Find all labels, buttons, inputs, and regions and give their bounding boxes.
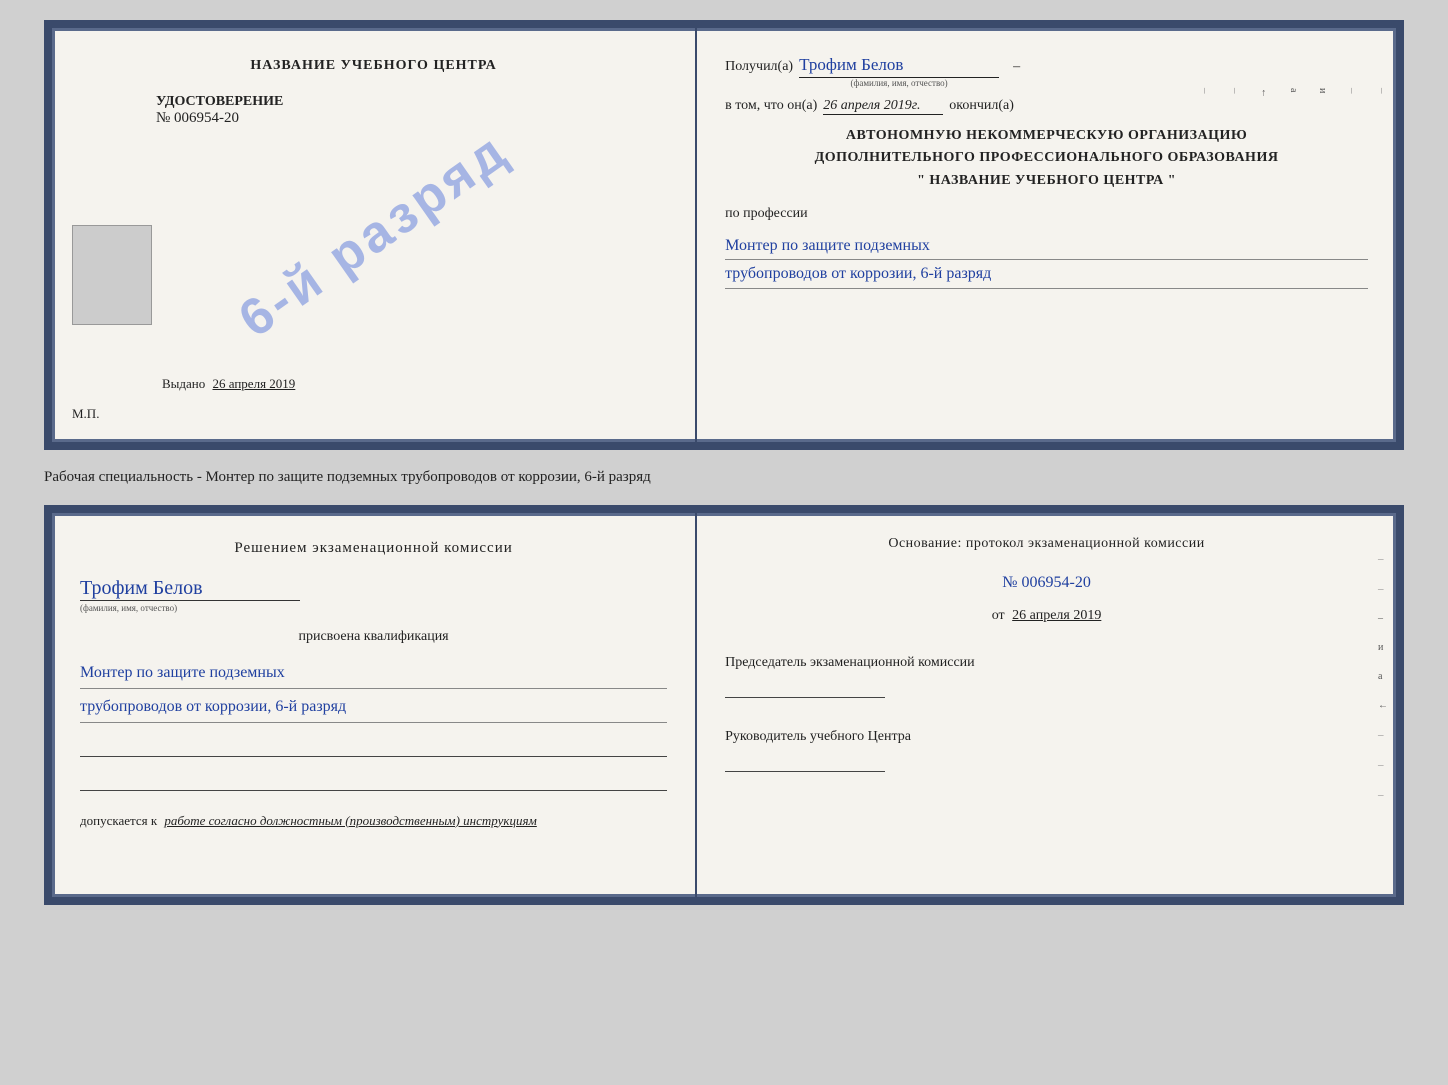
bot-допускается: допускается к работе согласно должностны…	[80, 811, 667, 831]
org-line3: " НАЗВАНИЕ УЧЕБНОГО ЦЕНТРА "	[725, 170, 1368, 192]
basis-number: № 006954-20	[725, 574, 1368, 592]
dash-1: –	[1013, 59, 1020, 75]
bot-profession-block: Монтер по защите подземных трубопроводов…	[80, 655, 667, 723]
bot-profession-line2: трубопроводов от коррозии, 6-й разряд	[80, 693, 667, 723]
cert-number-box: УДОСТОВЕРЕНИЕ № 006954-20	[156, 94, 283, 127]
bot-profession-line1: Монтер по защите подземных	[80, 659, 667, 689]
bottom-certificate: Решением экзаменационной комиссии Трофим…	[44, 505, 1404, 905]
bot-допускается-val: работе согласно должностным (производств…	[164, 813, 536, 828]
date-line-top: в том, что он(а) 26 апреля 2019г. окончи…	[725, 98, 1368, 115]
recipient-label: Получил(а)	[725, 59, 793, 75]
fio-hint-top: (фамилия, имя, отчество)	[851, 78, 948, 88]
basis-date-value: 26 апреля 2019	[1012, 608, 1101, 623]
bot-name-block: Трофим Белов (фамилия, имя, отчество)	[80, 577, 667, 613]
bot-name-cursive: Трофим Белов	[80, 577, 300, 601]
middle-specialty-text: Рабочая специальность - Монтер по защите…	[44, 462, 1404, 493]
bot-assigned-label: присвоена квалификация	[80, 629, 667, 645]
bot-допускается-label: допускается к	[80, 813, 157, 828]
head-label: Руководитель учебного Центра	[725, 726, 1368, 748]
org-line1: АВТОНОМНУЮ НЕКОММЕРЧЕСКУЮ ОРГАНИЗАЦИЮ	[725, 125, 1368, 147]
profession-label-top: по профессии	[725, 206, 1368, 222]
school-title-top: НАЗВАНИЕ УЧЕБНОГО ЦЕНТРА	[250, 58, 496, 74]
recipient-name-top: Трофим Белов	[799, 54, 999, 78]
profession-line2-top: трубопроводов от коррозии, 6-й разряд	[725, 260, 1368, 288]
date-prefix-top: в том, что он(а)	[725, 98, 817, 114]
basis-title: Основание: протокол экзаменационной коми…	[725, 533, 1368, 554]
specialty-label: Рабочая специальность - Монтер по защите…	[44, 469, 651, 485]
issued-date: 26 апреля 2019	[213, 376, 296, 391]
top-certificate: НАЗВАНИЕ УЧЕБНОГО ЦЕНТРА 6-й разряд УДОС…	[44, 20, 1404, 450]
cert-number-top: № 006954-20	[156, 110, 239, 127]
right-edge-marks: – – и а ← – –	[1199, 88, 1388, 98]
decision-title: Решением экзаменационной комиссии	[80, 537, 667, 560]
bot-blank-line-2	[80, 773, 667, 791]
bot-fio-hint: (фамилия, имя, отчество)	[80, 603, 177, 613]
bot-right-panel: Основание: протокол экзаменационной коми…	[697, 513, 1396, 897]
recipient-line: Получил(а) Трофим Белов (фамилия, имя, о…	[725, 54, 1368, 88]
diagonal-stamp: 6-й разряд	[228, 120, 520, 349]
chairman-signature-line	[725, 680, 885, 698]
bot-right-edge-marks: – – – и а ← – – –	[1378, 553, 1388, 801]
bot-left-panel: Решением экзаменационной комиссии Трофим…	[52, 513, 697, 897]
date-value-top: 26 апреля 2019г.	[823, 98, 943, 115]
org-block-top: АВТОНОМНУЮ НЕКОММЕРЧЕСКУЮ ОРГАНИЗАЦИЮ ДО…	[725, 125, 1368, 192]
issued-label: Выдано	[162, 376, 205, 391]
issued-date-left: Выдано 26 апреля 2019	[162, 376, 295, 392]
cert-right-panel: Получил(а) Трофим Белов (фамилия, имя, о…	[697, 28, 1396, 442]
basis-date: от 26 апреля 2019	[725, 608, 1368, 624]
mp-label: М.П.	[72, 406, 99, 422]
date-suffix-top: окончил(а)	[949, 98, 1014, 114]
udostoverenie-label: УДОСТОВЕРЕНИЕ	[156, 94, 283, 110]
profession-block-top: Монтер по защите подземных трубопроводов…	[725, 232, 1368, 288]
bot-blank-line-1	[80, 739, 667, 757]
org-line2: ДОПОЛНИТЕЛЬНОГО ПРОФЕССИОНАЛЬНОГО ОБРАЗО…	[725, 147, 1368, 169]
head-signature-line	[725, 754, 885, 772]
photo-placeholder	[72, 225, 152, 325]
chairman-label: Председатель экзаменационной комиссии	[725, 652, 1368, 674]
cert-left-panel: НАЗВАНИЕ УЧЕБНОГО ЦЕНТРА 6-й разряд УДОС…	[52, 28, 697, 442]
chairman-block: Председатель экзаменационной комиссии	[725, 652, 1368, 698]
profession-line1-top: Монтер по защите подземных	[725, 232, 1368, 260]
basis-date-prefix: от	[992, 608, 1005, 623]
head-block: Руководитель учебного Центра	[725, 726, 1368, 772]
